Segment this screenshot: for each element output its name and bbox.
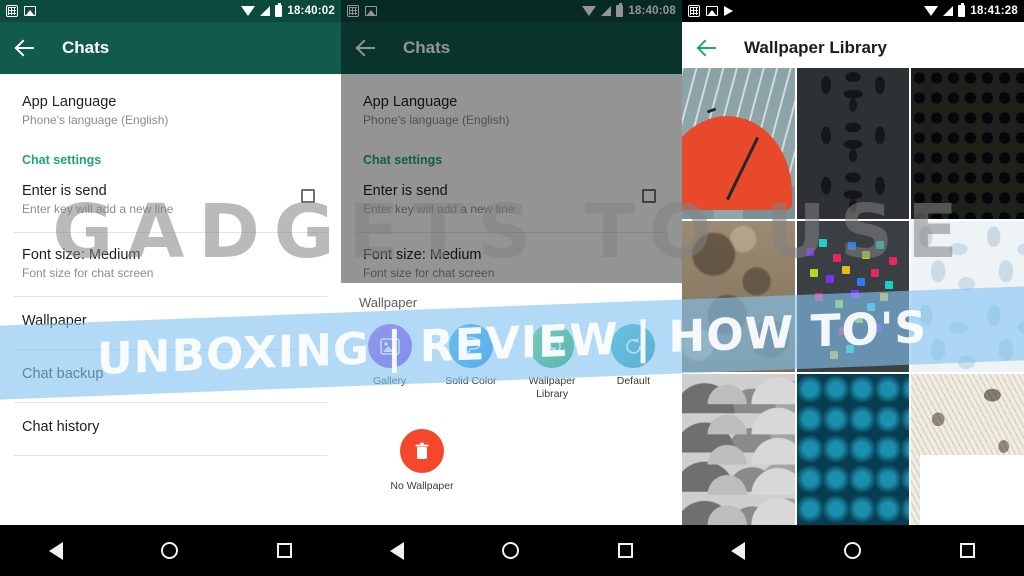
setting-title: App Language <box>22 94 117 110</box>
page-title: Chats <box>62 38 110 57</box>
option-label: Gallery <box>372 375 407 387</box>
status-time: 18:41:28 <box>970 5 1018 17</box>
app-bar: Wallpaper Library <box>682 22 1024 74</box>
photo-icon <box>706 6 718 16</box>
nav-recents-icon[interactable] <box>959 543 975 558</box>
whatsapp-glyph <box>542 336 561 356</box>
wallpaper-thumb-teal-diamond-pattern[interactable] <box>796 374 910 525</box>
wallpaper-thumb-red-umbrella-rain[interactable] <box>682 68 795 219</box>
setting-title: Enter is send <box>22 183 107 199</box>
setting-subtitle: Enter key will add a new line <box>22 202 174 216</box>
setting-enter-is-send[interactable]: Enter is send Enter key will add a new l… <box>0 169 341 226</box>
option-wallpaper-library[interactable]: Wallpaper Library <box>517 324 587 401</box>
wallpaper-thumb-dark-diamond-lattice[interactable] <box>911 68 1024 219</box>
option-gallery[interactable]: Gallery <box>355 324 425 401</box>
page-title: Wallpaper Library <box>744 38 887 57</box>
option-no-wallpaper[interactable]: No Wallpaper <box>387 429 457 493</box>
setting-chat-backup[interactable]: Chat backup <box>0 350 341 396</box>
trash-glyph <box>415 442 429 459</box>
signal-icon <box>260 6 271 16</box>
nav-recents-icon[interactable] <box>617 543 633 558</box>
setting-chat-history[interactable]: Chat history <box>0 403 341 449</box>
nav-home-icon[interactable] <box>502 542 520 559</box>
section-header-chat-settings: Chat settings <box>22 153 102 167</box>
grid-icon <box>6 5 18 17</box>
nav-home-icon[interactable] <box>161 542 179 559</box>
wallpaper-thumb-grey-cloud-scallops[interactable] <box>682 374 795 525</box>
gallery-glyph <box>379 337 400 355</box>
option-solid-color[interactable]: Solid Color <box>436 324 506 401</box>
palette-glyph <box>461 336 481 353</box>
status-bar: 18:40:02 <box>0 0 341 22</box>
panel-wallpaper-library: 18:41:28 Wallpaper Library <box>682 0 1024 576</box>
back-arrow-icon[interactable] <box>16 38 36 58</box>
wallpaper-thumb-dark-damask-pattern[interactable] <box>796 68 910 219</box>
enter-is-send-checkbox[interactable] <box>301 189 315 203</box>
wallpaper-thumb-light-leaf-pattern[interactable] <box>911 221 1024 372</box>
battery-icon <box>275 3 283 17</box>
option-default[interactable]: Default <box>598 324 668 401</box>
nav-back-icon[interactable] <box>49 541 64 560</box>
option-label: Solid Color <box>445 375 497 387</box>
no-wallpaper-section: No Wallpaper <box>341 429 682 493</box>
wifi-icon <box>924 6 939 16</box>
app-bar: Chats <box>0 22 341 74</box>
signal-icon <box>943 6 954 16</box>
nav-back-icon[interactable] <box>390 541 405 560</box>
wallpaper-thumb-colorful-pixel-blocks[interactable] <box>796 221 910 372</box>
option-label: Wallpaper Library <box>528 375 576 400</box>
status-bar: 18:41:28 <box>682 0 1024 22</box>
gallery-icon <box>367 324 412 368</box>
screenshot-stage: 18:40:02 Chats App Language Phone's lang… <box>0 0 1024 576</box>
option-label: Default <box>616 375 651 387</box>
nav-back-icon[interactable] <box>731 541 746 560</box>
palette-icon <box>448 324 493 368</box>
setting-subtitle: Phone's language (English) <box>22 113 169 127</box>
nav-bar <box>682 525 1024 576</box>
status-time: 18:40:02 <box>287 5 335 17</box>
flag-icon <box>724 5 735 17</box>
wallpaper-options: Gallery Solid Color Wallpaper Library De… <box>341 320 682 401</box>
nav-recents-icon[interactable] <box>276 543 292 558</box>
grid-icon <box>688 5 700 17</box>
whatsapp-icon <box>530 324 575 368</box>
refresh-icon <box>611 324 656 368</box>
setting-font-size[interactable]: Font size: Medium Font size for chat scr… <box>0 233 341 290</box>
refresh-glyph <box>625 337 641 354</box>
settings-list: App Language Phone's language (English) … <box>0 74 341 456</box>
photo-icon <box>24 6 36 16</box>
setting-subtitle: Font size for chat screen <box>22 266 154 280</box>
setting-wallpaper[interactable]: Wallpaper <box>0 297 341 343</box>
divider <box>14 455 327 456</box>
panel-chats-settings: 18:40:02 Chats App Language Phone's lang… <box>0 0 341 576</box>
battery-icon <box>958 3 966 17</box>
wallpaper-option-sheet: Wallpaper Gallery Solid Color Wallpaper … <box>341 283 682 525</box>
panel-wallpaper-picker: 18:40:08 Chats App Language Phone's lang… <box>341 0 682 576</box>
back-arrow-icon[interactable] <box>698 38 718 58</box>
setting-title: Font size: Medium <box>22 247 141 263</box>
wallpaper-thumb-lunar-rock-surface[interactable] <box>682 221 795 372</box>
option-label: No Wallpaper <box>390 480 454 492</box>
setting-app-language[interactable]: App Language Phone's language (English) <box>0 80 341 137</box>
nav-bar <box>0 525 341 576</box>
nav-bar <box>341 525 682 576</box>
white-overlay-patch <box>920 455 1024 525</box>
wifi-icon <box>241 6 256 16</box>
nav-home-icon[interactable] <box>843 542 861 559</box>
trash-icon <box>400 429 444 473</box>
sheet-title: Wallpaper <box>359 295 418 310</box>
